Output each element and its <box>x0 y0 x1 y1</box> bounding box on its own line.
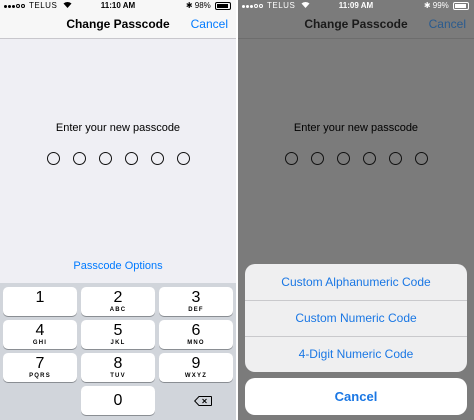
passcode-dot <box>72 152 86 165</box>
navigation-bar: Change Passcode Cancel <box>238 12 474 39</box>
passcode-dot <box>150 152 164 165</box>
passcode-options-sheet: Custom Alphanumeric Code Custom Numeric … <box>245 264 467 372</box>
battery-percent: 98% <box>194 1 211 10</box>
passcode-dot <box>98 152 112 165</box>
passcode-dot <box>124 152 138 165</box>
custom-alphanumeric-option[interactable]: Custom Alphanumeric Code <box>245 264 467 300</box>
key-1[interactable]: 1 <box>3 287 77 316</box>
key-9[interactable]: 9 WXYZ <box>159 353 233 382</box>
passcode-dot <box>310 152 324 165</box>
key-8[interactable]: 8 TUV <box>81 353 155 382</box>
passcode-dots <box>238 152 474 165</box>
backspace-icon <box>194 396 212 406</box>
passcode-dot <box>362 152 376 165</box>
right-screen: TELUS 11:09 AM ✱ 99% Change Passcode Can… <box>238 0 474 420</box>
passcode-dot <box>336 152 350 165</box>
passcode-dot <box>46 152 60 165</box>
delete-button[interactable] <box>159 386 233 415</box>
status-bar: TELUS 11:09 AM ✱ 99% <box>238 0 474 12</box>
battery-icon <box>453 1 469 10</box>
key-0[interactable]: 0 <box>81 386 155 415</box>
key-5[interactable]: 5 JKL <box>81 320 155 349</box>
key-7[interactable]: 7 PQRS <box>3 353 77 382</box>
passcode-dots <box>0 152 236 165</box>
battery-icon <box>215 1 231 10</box>
navigation-bar: Change Passcode Cancel <box>0 12 236 39</box>
passcode-prompt: Enter your new passcode <box>293 122 419 134</box>
passcode-prompt: Enter your new passcode <box>55 122 181 134</box>
custom-numeric-option[interactable]: Custom Numeric Code <box>245 300 467 336</box>
passcode-dot <box>388 152 402 165</box>
passcode-dot <box>176 152 190 165</box>
passcode-dot <box>414 152 428 165</box>
key-6[interactable]: 6 MNO <box>159 320 233 349</box>
passcode-options-link[interactable]: Passcode Options <box>0 260 236 272</box>
passcode-dot <box>284 152 298 165</box>
four-digit-numeric-option[interactable]: 4-Digit Numeric Code <box>245 336 467 372</box>
bluetooth-icon: ✱ <box>423 1 431 10</box>
status-bar: TELUS 11:10 AM ✱ 98% <box>0 0 236 12</box>
numeric-keypad: 1 2 ABC 3 DEF 4 GHI 5 JKL 6 MNO 7 PQRS 8 TUV 9W… <box>0 283 236 420</box>
battery-percent: 99% <box>432 1 449 10</box>
bluetooth-icon: ✱ <box>185 1 193 10</box>
cancel-button[interactable]: Cancel <box>429 17 466 31</box>
left-screen: TELUS 11:10 AM ✱ 98% Change Passcode Can… <box>0 0 236 420</box>
key-2[interactable]: 2 ABC <box>81 287 155 316</box>
key-3[interactable]: 3 DEF <box>159 287 233 316</box>
key-4[interactable]: 4 GHI <box>3 320 77 349</box>
cancel-button[interactable]: Cancel <box>191 17 228 31</box>
sheet-cancel-button[interactable]: Cancel <box>245 378 467 415</box>
